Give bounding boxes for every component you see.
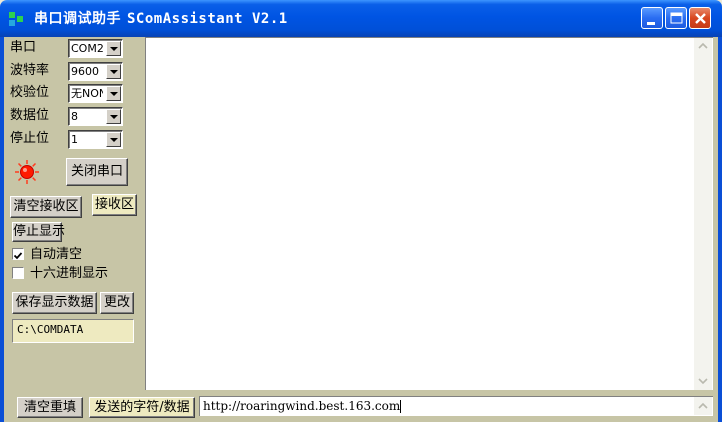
chevron-up-icon (698, 42, 708, 49)
baud-select[interactable]: 9600 (68, 62, 123, 81)
chevron-down-icon[interactable] (106, 64, 121, 79)
send-scrollbar[interactable] (694, 397, 712, 415)
window-title: 串口调试助手 SComAssistant V2.1 (34, 10, 288, 28)
setting-label-databits: 数据位 (10, 108, 50, 123)
app-icon (9, 12, 23, 26)
port-value: COM2 (71, 42, 103, 55)
chevron-down-icon[interactable] (106, 109, 121, 124)
maximize-icon (670, 12, 683, 24)
close-port-button[interactable]: 关闭串口 (66, 158, 128, 186)
chevron-up-icon (698, 402, 708, 409)
maximize-button[interactable] (665, 7, 687, 29)
change-path-button[interactable]: 更改 (100, 292, 134, 314)
app-window: 串口调试助手 SComAssistant V2.1 串口 COM2 波特率 960… (0, 0, 722, 422)
auto-clear-label: 自动清空 (30, 247, 83, 262)
stop-display-button[interactable]: 停止显示 (12, 222, 65, 242)
scroll-up-button[interactable] (694, 38, 712, 54)
checkbox-box[interactable] (12, 267, 24, 279)
stopbits-select[interactable]: 1 (68, 130, 123, 149)
send-data-label: 发送的字符/数据 (89, 397, 195, 418)
databits-select[interactable]: 8 (68, 107, 123, 126)
port-select[interactable]: COM2 (68, 39, 123, 58)
minimize-button[interactable] (641, 7, 663, 29)
hex-display-label: 十六进制显示 (30, 266, 109, 281)
receive-area-label: 接收区 (92, 194, 137, 216)
baud-value: 9600 (71, 65, 99, 78)
parity-value: 无NONE (71, 87, 103, 100)
clear-receive-button[interactable]: 清空接收区 (10, 196, 82, 218)
close-icon (695, 13, 706, 24)
databits-value: 8 (71, 110, 78, 123)
stopbits-value: 1 (71, 133, 78, 146)
title-bar[interactable]: 串口调试助手 SComAssistant V2.1 (0, 0, 722, 37)
text-cursor (400, 400, 402, 413)
chevron-down-icon[interactable] (106, 86, 121, 101)
red-led-icon (15, 160, 39, 184)
setting-label-parity: 校验位 (10, 85, 50, 100)
minimize-icon (647, 22, 655, 25)
window-title-app: SComAssistant V2.1 (127, 11, 288, 27)
window-border-left (0, 37, 4, 422)
receive-textarea[interactable] (145, 37, 713, 390)
chevron-down-icon[interactable] (106, 132, 121, 147)
chevron-down-icon[interactable] (106, 41, 121, 56)
window-title-cn: 串口调试助手 (34, 11, 121, 27)
clear-send-button[interactable]: 清空重填 (17, 397, 83, 418)
chevron-down-icon (698, 378, 708, 385)
close-window-button[interactable] (689, 7, 711, 29)
checkmark-icon (13, 252, 23, 260)
receive-scrollbar[interactable] (694, 38, 712, 390)
scroll-down-button[interactable] (694, 373, 712, 389)
setting-label-baud: 波特率 (10, 63, 50, 78)
checkbox-box[interactable] (12, 248, 24, 260)
setting-label-stopbits: 停止位 (10, 131, 50, 146)
save-path-field: C:\COMDATA (12, 319, 134, 343)
send-input[interactable]: http://roaringwind.best.163.com (199, 396, 713, 416)
send-input-text: http://roaringwind.best.163.com (203, 399, 401, 413)
parity-select[interactable]: 无NONE (68, 84, 123, 103)
setting-label-port: 串口 (10, 40, 37, 55)
window-border-right (718, 37, 722, 422)
save-display-data-button[interactable]: 保存显示数据 (12, 292, 97, 314)
